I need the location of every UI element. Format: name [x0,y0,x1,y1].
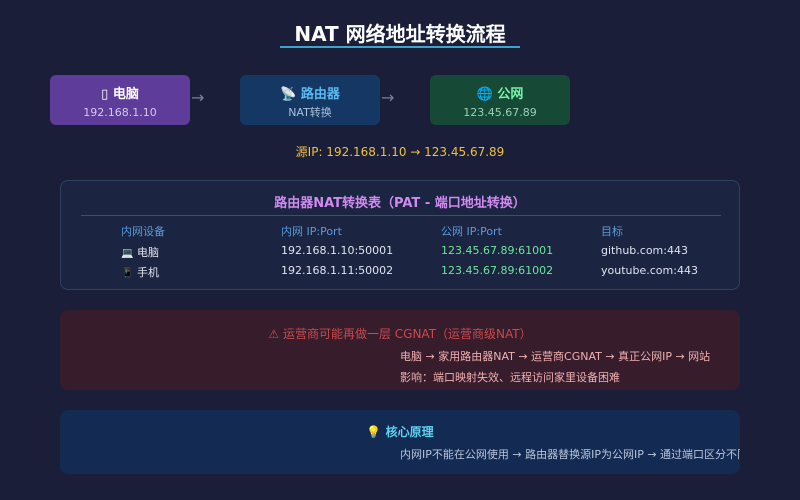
table-cell-target: youtube.com:443 [601,264,698,277]
router-node: 📡 路由器 NAT转换 [240,75,380,125]
table-cell-public: 123.45.67.89:61001 [441,244,554,257]
core-principle: 💡 核心原理 内网IP不能在公网使用 → 路由器替换源IP为公网IP → 通过端… [60,410,740,474]
computer-node: ▯ 电脑 192.168.1.10 [50,75,190,125]
computer-node-ip: 192.168.1.10 [83,106,157,119]
cgnat-warning: ⚠ 运营商可能再做一层 CGNAT（运营商级NAT） 电脑 → 家用路由器NAT… [60,310,740,390]
internet-node-label: 公网 [497,87,524,102]
core-principle-text: 内网IP不能在公网使用 → 路由器替换源IP为公网IP → 通过端口区分不同设备 [400,448,740,461]
lightbulb-icon: 💡 [366,425,382,439]
source-ip-translation: 源IP: 192.168.1.10 → 123.45.67.89 [295,145,505,159]
table-divider [81,215,721,216]
table-cell-target: github.com:443 [601,244,688,257]
globe-icon: 🌐 [476,87,493,102]
table-cell-device: 💻 电脑 [121,244,159,260]
column-header: 内网 IP:Port [281,225,342,238]
computer-node-label: 电脑 [112,87,139,102]
device-name: 手机 [137,266,159,279]
router-icon: 📡 [280,87,297,102]
device-name: 电脑 [137,246,159,259]
title-underline [280,46,520,48]
internet-node: 🌐 公网 123.45.67.89 [430,75,570,125]
computer-icon: 💻 [121,248,134,259]
nat-table: 路由器NAT转换表（PAT - 端口地址转换） 内网设备 内网 IP:Port … [60,180,740,290]
internet-node-ip: 123.45.67.89 [463,106,537,119]
table-cell-private: 192.168.1.11:50002 [281,264,394,277]
table-cell-public: 123.45.67.89:61002 [441,264,554,277]
page-title: NAT 网络地址转换流程 [294,22,506,46]
column-header: 内网设备 [121,225,165,238]
column-header: 公网 IP:Port [441,225,502,238]
table-cell-private: 192.168.1.10:50001 [281,244,394,257]
nat-table-title: 路由器NAT转换表（PAT - 端口地址转换） [274,196,526,211]
arrow-right-icon: → [381,88,395,107]
arrow-right-icon: → [191,88,205,107]
warning-impact: 影响：端口映射失效、远程访问家里设备困难 [400,371,620,384]
table-cell-device: 📱 手机 [121,264,159,280]
router-node-sub: NAT转换 [288,106,332,119]
laptop-icon: ▯ [101,87,109,102]
phone-icon: 📱 [121,268,134,279]
router-node-label: 路由器 [300,87,340,102]
column-header: 目标 [601,225,623,238]
core-principle-title: 核心原理 [385,425,434,439]
warning-path: 电脑 → 家用路由器NAT → 运营商CGNAT → 真正公网IP → 网站 [400,350,711,363]
warning-title: ⚠ 运营商可能再做一层 CGNAT（运营商级NAT） [268,327,532,341]
